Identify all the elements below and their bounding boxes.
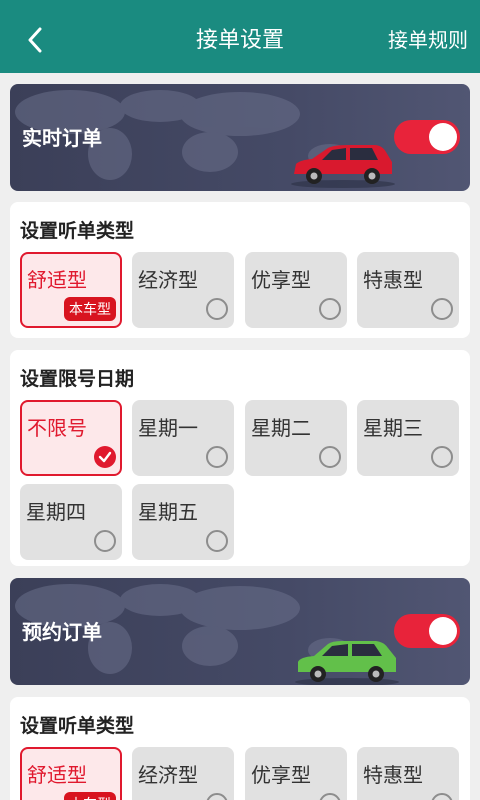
rules-link[interactable]: 接单规则	[388, 24, 468, 53]
option-label: 星期三	[363, 416, 423, 440]
option-comfort[interactable]: 舒适型 本车型	[20, 252, 122, 328]
section-heading: 设置听单类型	[20, 220, 135, 242]
section-heading: 设置限号日期	[20, 368, 135, 390]
radio-unchecked-icon	[431, 298, 453, 320]
radio-unchecked-icon	[319, 446, 341, 468]
option-tuesday[interactable]: 星期二	[245, 400, 347, 476]
option-premium[interactable]: 优享型	[245, 747, 347, 800]
radio-unchecked-icon	[206, 298, 228, 320]
option-economy[interactable]: 经济型	[132, 747, 234, 800]
option-label: 星期五	[138, 500, 198, 524]
option-label: 舒适型	[27, 763, 87, 787]
option-wednesday[interactable]: 星期三	[357, 400, 459, 476]
realtime-order-label: 实时订单	[22, 126, 102, 150]
option-label: 特惠型	[363, 763, 423, 787]
reserved-order-banner: 预约订单	[10, 578, 470, 685]
radio-unchecked-icon	[206, 793, 228, 800]
option-label: 经济型	[138, 763, 198, 787]
red-car-icon	[291, 145, 395, 188]
option-label: 星期二	[251, 416, 311, 440]
reserved-order-label: 预约订单	[22, 620, 102, 644]
option-thursday[interactable]: 星期四	[20, 484, 122, 560]
option-label: 优享型	[251, 268, 311, 292]
option-premium[interactable]: 优享型	[245, 252, 347, 328]
option-economy[interactable]: 经济型	[132, 252, 234, 328]
realtime-type-card: 设置听单类型 舒适型 本车型 经济型 优享型 特惠型	[10, 202, 470, 338]
option-label: 经济型	[138, 268, 198, 292]
reserved-order-toggle[interactable]	[394, 614, 460, 648]
toggle-knob	[429, 617, 457, 645]
realtime-order-banner: 实时订单	[10, 84, 470, 191]
green-car-icon	[295, 641, 399, 685]
radio-unchecked-icon	[431, 446, 453, 468]
radio-unchecked-icon	[319, 298, 341, 320]
my-car-type-badge: 本车型	[64, 792, 116, 800]
check-icon	[94, 446, 116, 468]
radio-unchecked-icon	[206, 446, 228, 468]
option-label: 不限号	[27, 416, 87, 440]
option-label: 舒适型	[27, 268, 87, 292]
section-heading: 设置听单类型	[20, 715, 135, 737]
top-bar: 接单设置 接单规则	[0, 0, 480, 73]
option-label: 优享型	[251, 763, 311, 787]
option-comfort[interactable]: 舒适型 本车型	[20, 747, 122, 800]
option-no-restriction[interactable]: 不限号	[20, 400, 122, 476]
option-label: 特惠型	[363, 268, 423, 292]
radio-unchecked-icon	[431, 793, 453, 800]
my-car-type-badge: 本车型	[64, 297, 116, 321]
option-discount[interactable]: 特惠型	[357, 747, 459, 800]
option-monday[interactable]: 星期一	[132, 400, 234, 476]
radio-unchecked-icon	[319, 793, 341, 800]
option-label: 星期四	[26, 500, 86, 524]
option-label: 星期一	[138, 416, 198, 440]
option-discount[interactable]: 特惠型	[357, 252, 459, 328]
option-friday[interactable]: 星期五	[132, 484, 234, 560]
radio-unchecked-icon	[206, 530, 228, 552]
restriction-date-card: 设置限号日期 不限号 星期一 星期二 星期三 星期四 星期五	[10, 350, 470, 566]
realtime-order-toggle[interactable]	[394, 120, 460, 154]
reserved-type-card: 设置听单类型 舒适型 本车型 经济型 优享型 特惠型	[10, 697, 470, 800]
toggle-knob	[429, 123, 457, 151]
radio-unchecked-icon	[94, 530, 116, 552]
